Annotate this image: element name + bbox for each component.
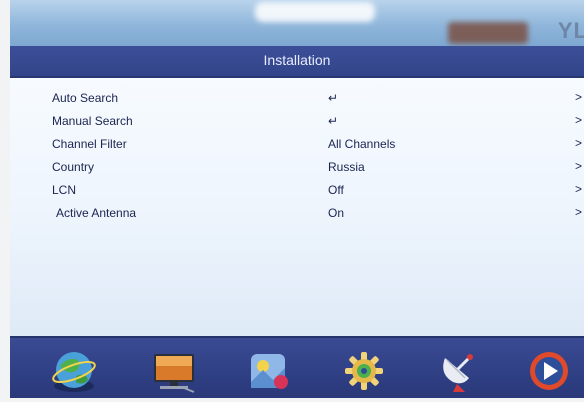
chevron-right-icon: > [574,182,582,196]
menu-item-active-antenna[interactable]: Active Antenna On > [10,203,584,223]
menu-item-value: All Channels [328,137,396,151]
tv-screen: YL Installation Auto Search ↵ > Manual S… [10,0,584,398]
menu-item-label: Manual Search [52,114,133,128]
page-title: Installation [263,52,331,68]
chevron-right-icon: > [574,90,582,104]
menu-item-manual-search[interactable]: Manual Search ↵ > [10,111,584,131]
top-bar: YL [10,0,584,46]
menu-item-value: On [328,206,345,220]
menu-item-value: ↵ [328,91,339,105]
chevron-right-icon: > [574,136,582,150]
menu-item-label: Auto Search [52,91,119,105]
menu-item-lcn[interactable]: LCN Off > [10,180,584,200]
chevron-right-icon: > [574,113,582,127]
menu-item-value: Russia [328,160,365,174]
chevron-right-icon: > [574,205,582,219]
monitor-icon[interactable] [150,348,198,394]
menu-item-label: Channel Filter [52,137,127,151]
globe-icon[interactable] [50,348,98,394]
gear-icon[interactable] [340,348,388,394]
bottom-menu-bar [10,336,584,398]
menu-item-value: ↵ [328,114,339,128]
menu-item-country[interactable]: Country Russia > [10,157,584,177]
chevron-right-icon: > [574,159,582,173]
menu-item-label: Country [52,160,95,174]
menu-item-label: LCN [52,183,77,197]
play-icon[interactable] [525,348,573,394]
menu-item-label: Active Antenna [56,206,137,220]
screen-reflection [448,22,528,44]
picture-icon[interactable] [245,348,293,394]
menu-item-auto-search[interactable]: Auto Search ↵ > [10,88,584,108]
brand-logo: YL [557,18,584,43]
title-bar: Installation [10,46,584,78]
satellite-dish-icon[interactable] [435,348,483,394]
installation-menu: Auto Search ↵ > Manual Search ↵ > Channe… [10,78,584,336]
screen-glare [255,2,375,22]
menu-item-channel-filter[interactable]: Channel Filter All Channels > [10,134,584,154]
menu-item-value: Off [328,183,344,197]
